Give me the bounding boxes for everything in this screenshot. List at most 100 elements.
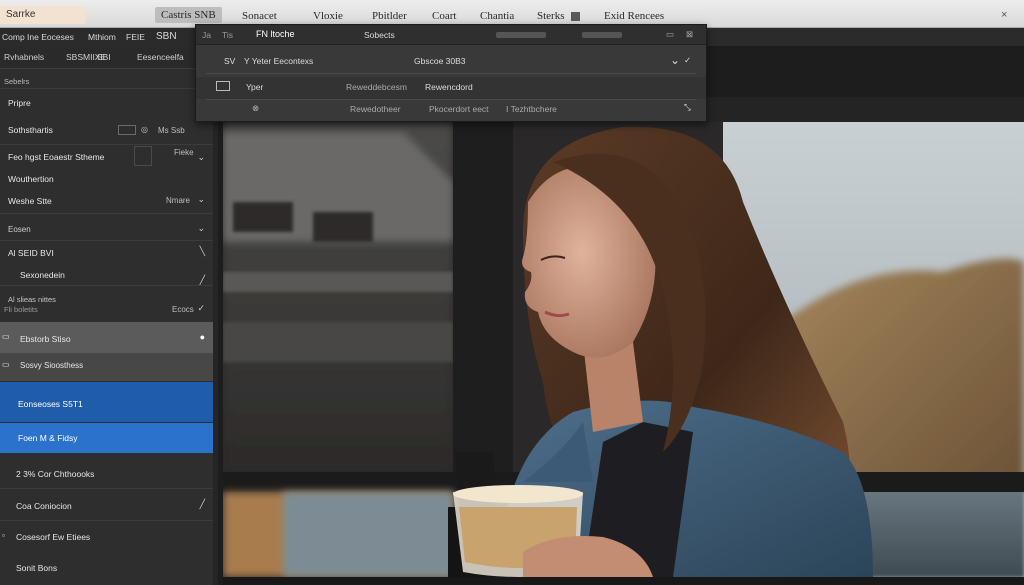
list-item-label: Sonit Bons xyxy=(16,563,58,573)
toolbar-divider-icon: ⁻ xyxy=(70,32,75,42)
menu-item-vloxie[interactable]: Vloxie xyxy=(313,10,343,22)
list-item-weshe-stte[interactable]: Weshe Stte Nmare ⌄ xyxy=(0,193,213,211)
row-col3: Pkocerdort eect xyxy=(429,104,489,114)
toolbar-item-mthiom[interactable]: Mthiom xyxy=(88,32,116,42)
app-window: Sarrke Castris SNB Sonacet Vloxie Pbitld… xyxy=(0,0,1024,585)
list-item-sexonedein[interactable]: Sexonedein ╱ xyxy=(0,267,213,291)
row-col4: I Tezhtbchere xyxy=(506,104,557,114)
lock-icon: ◎ xyxy=(141,125,148,134)
list-item-label: Coa Coniocion xyxy=(16,501,72,511)
list-item-eonseoses[interactable]: Eonseoses S5T1 xyxy=(0,396,213,414)
panel-header-label: Sebelrs xyxy=(4,77,30,86)
toolbar-item-rvhabnels[interactable]: Rvhabnels xyxy=(4,52,44,62)
list-item-label: Sosvy Sioosthess xyxy=(20,361,84,370)
list-item-al-seid[interactable]: Al SEID BVI ╲ xyxy=(0,245,213,263)
toolbar-item-eesenceelfa[interactable]: Eesenceelfa xyxy=(137,52,184,62)
close-icon[interactable]: ⊠ xyxy=(686,29,693,40)
menu-item-sterks[interactable]: Sterks xyxy=(537,10,565,22)
chevron-down-icon[interactable]: ⌄ xyxy=(197,194,205,205)
row-col2: Reweddebcesm xyxy=(346,82,407,92)
list-item-foen-m[interactable]: Foen M & Fidsy xyxy=(0,430,213,448)
row-col2: Rewedotheer xyxy=(350,104,401,114)
user-icon[interactable]: ● xyxy=(200,332,205,342)
row-name[interactable]: Y Yeter Eecontexs xyxy=(244,56,313,66)
list-item-label: Foen M & Fidsy xyxy=(18,433,78,443)
list-item-ebstorb-stiso[interactable]: ▭ Ebstorb Stiso ● xyxy=(0,330,213,348)
properties-panel: Sebelrs Pripre Sothsthartis ◎ Ms Ssb Feo… xyxy=(0,68,218,585)
list-item-label: Pripre xyxy=(8,98,31,108)
list-item-al-slieas[interactable]: Al slieas nittes Fli boletits Ecocs ✓ xyxy=(0,292,213,322)
menu-item-pbitlder[interactable]: Pbitlder xyxy=(372,10,407,22)
menu-item-coart[interactable]: Coart xyxy=(432,10,456,22)
app-brand[interactable]: Sarrke xyxy=(0,6,86,24)
photo-woman-with-coffee xyxy=(223,122,1024,577)
link-icon[interactable]: ⊗ xyxy=(252,103,259,114)
list-item-wouthertion[interactable]: Wouthertion xyxy=(0,171,213,189)
menu-item-chantia[interactable]: Chantia xyxy=(480,10,514,22)
list-item-sonit-bons[interactable]: Sonit Bons xyxy=(0,560,213,578)
slider-track[interactable] xyxy=(496,32,546,38)
toolbar-title: Comp Ine Eoceses xyxy=(2,32,74,42)
list-item-label: Wouthertion xyxy=(8,174,54,184)
dropdown-dialog: Ja Tis FN ltoche Sobects ▭ ⊠ SV Y Yeter … xyxy=(195,24,707,122)
list-item-label: 2 3% Cor Chthoooks xyxy=(16,469,95,479)
chevron-down-icon[interactable]: ⌄ xyxy=(197,223,205,234)
list-item-label: Ebstorb Stiso xyxy=(20,334,71,344)
square-icon: ▭ xyxy=(2,360,10,369)
divider xyxy=(0,213,213,214)
toolbar-item-sbn[interactable]: SBN xyxy=(156,31,177,42)
divider xyxy=(206,99,696,100)
toggle-box[interactable] xyxy=(118,125,136,135)
panel-scrollbar[interactable] xyxy=(213,68,218,585)
square-icon: ▫ xyxy=(2,531,5,540)
check-icon[interactable]: ✓ xyxy=(197,303,205,314)
divider xyxy=(0,488,213,489)
photo-image xyxy=(223,122,1024,577)
dialog-head-label: Sobects xyxy=(364,30,395,40)
chevron-down-icon[interactable]: ⌄ xyxy=(670,53,680,67)
row-code: SV xyxy=(224,56,236,66)
list-item-value: Nmare xyxy=(166,196,191,205)
list-item-label: Al slieas nittes xyxy=(8,295,56,304)
toolbar-item-feie[interactable]: FEIE xyxy=(126,32,145,42)
list-item-cosesorf[interactable]: ▫ Cosesorf Ew Etiees xyxy=(0,529,213,547)
swatch-box[interactable] xyxy=(134,146,152,166)
slash-icon[interactable]: ╲ xyxy=(200,246,205,257)
list-item-label: Eonseoses S5T1 xyxy=(18,399,83,409)
list-item-label: Eosen xyxy=(8,225,31,234)
toolbar-item-sbi[interactable]: SBI xyxy=(97,52,111,62)
list-item-label: Sexonedein xyxy=(20,270,65,280)
list-item-sosvy-sioosthess[interactable]: ▭ Sosvy Sioosthess xyxy=(0,358,213,376)
list-item-label: Cosesorf Ew Etiees xyxy=(16,532,91,542)
list-item-pripre[interactable]: Pripre xyxy=(0,95,213,113)
row-value: Gbscoe 30B3 xyxy=(414,56,466,66)
dialog-tab-label[interactable]: FN ltoche xyxy=(256,29,295,39)
chevron-down-icon[interactable]: ⌄ xyxy=(197,152,205,163)
close-icon[interactable]: × xyxy=(1001,9,1007,21)
window-icon[interactable]: ▭ xyxy=(666,29,674,40)
list-item-value: Fieke xyxy=(174,148,194,157)
list-item-sothsthartis[interactable]: Sothsthartis ◎ Ms Ssb xyxy=(0,121,213,141)
list-item-value: Ms Ssb xyxy=(158,126,185,135)
check-icon[interactable]: ✓ xyxy=(684,55,691,66)
list-item-eosen[interactable]: Eosen ⌄ xyxy=(0,222,213,240)
layer-icon[interactable] xyxy=(216,81,230,91)
slash-icon[interactable]: ╱ xyxy=(200,499,205,510)
slider-track[interactable] xyxy=(582,32,622,38)
menu-item-sonacet[interactable]: Sonacet xyxy=(242,10,277,22)
list-item-label: Weshe Stte xyxy=(8,196,52,206)
divider xyxy=(0,520,213,521)
list-item-label: Feo hgst Eoaestr Stheme xyxy=(8,152,105,162)
list-item-label: Al SEID BVI xyxy=(8,248,54,258)
divider xyxy=(0,144,213,145)
dialog-mark: Ja xyxy=(202,30,211,40)
divider xyxy=(0,240,213,241)
list-item-cor-chthoooks[interactable]: 2 3% Cor Chthoooks xyxy=(0,466,213,484)
list-item-coa-coniocion[interactable]: Coa Coniocion ╱ xyxy=(0,498,213,516)
expand-icon[interactable]: ⤡ xyxy=(684,102,691,113)
menu-item-exid-rencees[interactable]: Exid Rencees xyxy=(604,10,664,22)
row-name[interactable]: Yper xyxy=(246,82,263,92)
app-brand-label: Sarrke xyxy=(6,9,36,20)
list-item-sublabel: Fli boletits xyxy=(4,305,38,314)
menu-item-castris[interactable]: Castris SNB xyxy=(155,7,222,23)
